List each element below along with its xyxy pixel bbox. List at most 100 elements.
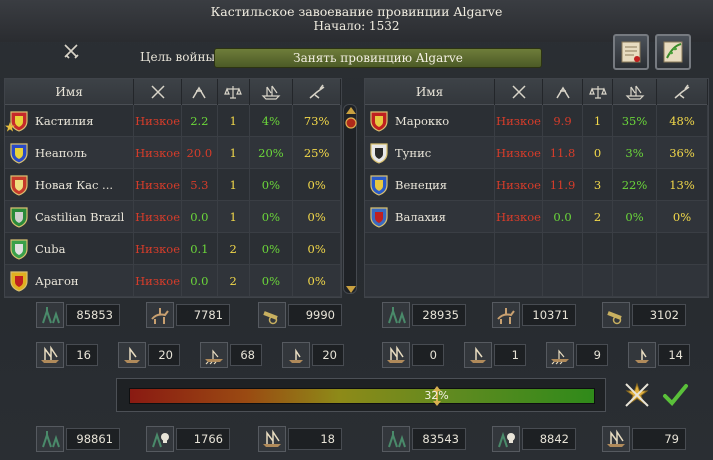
country-name-label: Венеция — [395, 178, 448, 192]
defender-cavalry: 10371 — [492, 302, 576, 328]
balance-value: 1 — [218, 105, 250, 137]
attacker-galleys: 68 — [200, 342, 262, 368]
country-row[interactable]: Castilian Brazil Низкое 0.0 1 0% 0% — [5, 201, 341, 233]
defender-army-losses: 83543 — [382, 426, 466, 452]
column-ships-icon[interactable] — [613, 79, 657, 105]
crossed-swords-icon — [62, 42, 82, 62]
status-value: Низкое — [495, 201, 543, 233]
country-row[interactable]: Тунис Низкое 11.8 0 3% 36% — [365, 137, 708, 169]
transport-icon — [282, 342, 310, 368]
country-row[interactable]: Cuba Низкое 0.1 2 0% 0% — [5, 233, 341, 265]
status-value: Низкое — [495, 137, 543, 169]
wargoal-value[interactable]: Занять провинцию Algarve — [214, 48, 542, 68]
country-row[interactable]: Арагон Низкое 0.0 2 0% 0% — [5, 265, 341, 297]
country-name — [365, 233, 495, 265]
country-name: Тунис — [365, 137, 495, 169]
warscore-frame: 32% — [116, 378, 606, 412]
heavy-ship-icon — [258, 426, 286, 452]
participation-value: 0% — [657, 201, 708, 233]
participation-value: 48% — [657, 105, 708, 137]
country-shield-icon — [9, 270, 29, 292]
column-participation-icon[interactable] — [657, 79, 708, 105]
country-name: Новая Кас ... — [5, 169, 135, 201]
country-name-label: Неаполь — [35, 146, 87, 160]
attacker-heavy-ships: 16 — [36, 342, 98, 368]
olive-scroll-icon — [663, 41, 683, 63]
participation-value: 0% — [293, 233, 341, 265]
ships-share-value: 3% — [613, 137, 657, 169]
column-participation-icon[interactable] — [293, 79, 341, 105]
balance-value: 0 — [583, 137, 613, 169]
war-exhaustion-value: 9.9 — [543, 105, 583, 137]
ships-share-value: 0% — [250, 201, 294, 233]
country-shield-icon — [9, 142, 29, 164]
demand-peace-scroll-button[interactable] — [655, 34, 691, 70]
column-balance-icon[interactable] — [583, 79, 613, 105]
war-exhaustion-value: 0.0 — [182, 265, 218, 297]
ships-share-value: 4% — [250, 105, 294, 137]
column-war-exhaustion-icon[interactable] — [543, 79, 583, 105]
attackers-table: Имя Кастилия Низкое 2.2 1 4% 73% Неаполь Низкое… — [4, 78, 342, 298]
country-row[interactable]: Кастилия Низкое 2.2 1 4% 73% — [5, 105, 341, 137]
country-row[interactable]: Валахия Низкое 0.0 2 0% 0% — [365, 201, 708, 233]
defenders-table: Имя Марокко Низкое 9.9 1 35% 48% Тунис Низкое 11… — [364, 78, 709, 298]
country-name: Неаполь — [5, 137, 135, 169]
peace-offer-scroll-button[interactable] — [613, 34, 649, 70]
status-value: Низкое — [134, 201, 182, 233]
artillery-icon — [602, 302, 630, 328]
call-to-arms-button[interactable] — [622, 380, 652, 410]
country-name: Арагон — [5, 265, 135, 297]
status-value: Низкое — [134, 169, 182, 201]
country-shield-icon — [369, 110, 389, 132]
attacker-ship-losses: 18 — [258, 426, 342, 452]
country-shield-icon — [9, 174, 29, 196]
status-value — [495, 265, 543, 297]
balance-value — [583, 265, 613, 297]
ships-share-value: 0% — [613, 201, 657, 233]
war-panel: Кастильское завоевание провинции Algarve… — [0, 0, 713, 460]
country-shield-icon — [5, 110, 29, 132]
participation-value: 0% — [293, 169, 341, 201]
skull-infantry-icon — [146, 426, 174, 452]
column-status-icon[interactable] — [134, 79, 182, 105]
column-name[interactable]: Имя — [5, 79, 135, 105]
defender-infantry: 28935 — [382, 302, 466, 328]
defender-artillery: 3102 — [602, 302, 686, 328]
column-ships-icon[interactable] — [250, 79, 294, 105]
country-row[interactable]: Новая Кас ... Низкое 5.3 1 0% 0% — [5, 169, 341, 201]
skull-infantry-icon — [492, 426, 520, 452]
country-row[interactable]: Неаполь Низкое 20.0 1 20% 25% — [5, 137, 341, 169]
column-war-exhaustion-icon[interactable] — [182, 79, 218, 105]
ships-share-value: 0% — [250, 233, 294, 265]
balance-value — [583, 233, 613, 265]
ships-share-value — [613, 233, 657, 265]
wargoal-label: Цель войны — [140, 50, 216, 64]
country-shield-icon — [9, 206, 29, 228]
country-row[interactable]: Венеция Низкое 11.9 3 22% 13% — [365, 169, 708, 201]
column-name[interactable]: Имя — [365, 79, 495, 105]
crossed-swords-star-icon — [625, 382, 649, 407]
attackers-scrollbar[interactable] — [343, 104, 357, 294]
war-exhaustion-value: 5.3 — [182, 169, 218, 201]
war-exhaustion-value: 20.0 — [182, 137, 218, 169]
war-exhaustion-value — [543, 233, 583, 265]
accept-button[interactable] — [660, 380, 690, 410]
balance-value: 1 — [583, 105, 613, 137]
country-name-label: Кастилия — [35, 114, 94, 128]
country-row[interactable]: Марокко Низкое 9.9 1 35% 48% — [365, 105, 708, 137]
country-name — [365, 265, 495, 297]
status-value: Низкое — [134, 137, 182, 169]
column-balance-icon[interactable] — [218, 79, 250, 105]
war-exhaustion-value: 0.0 — [182, 201, 218, 233]
status-value: Низкое — [134, 233, 182, 265]
column-status-icon[interactable] — [495, 79, 543, 105]
status-value: Низкое — [134, 265, 182, 297]
ships-share-value — [613, 265, 657, 297]
warscore-bar — [129, 388, 595, 404]
balance-value: 1 — [218, 201, 250, 233]
country-name: Валахия — [365, 201, 495, 233]
ships-share-value: 20% — [250, 137, 294, 169]
defender-heavy-ships: 0 — [382, 342, 444, 368]
country-name-label: Cuba — [35, 242, 66, 256]
war-exhaustion-value: 0.1 — [182, 233, 218, 265]
